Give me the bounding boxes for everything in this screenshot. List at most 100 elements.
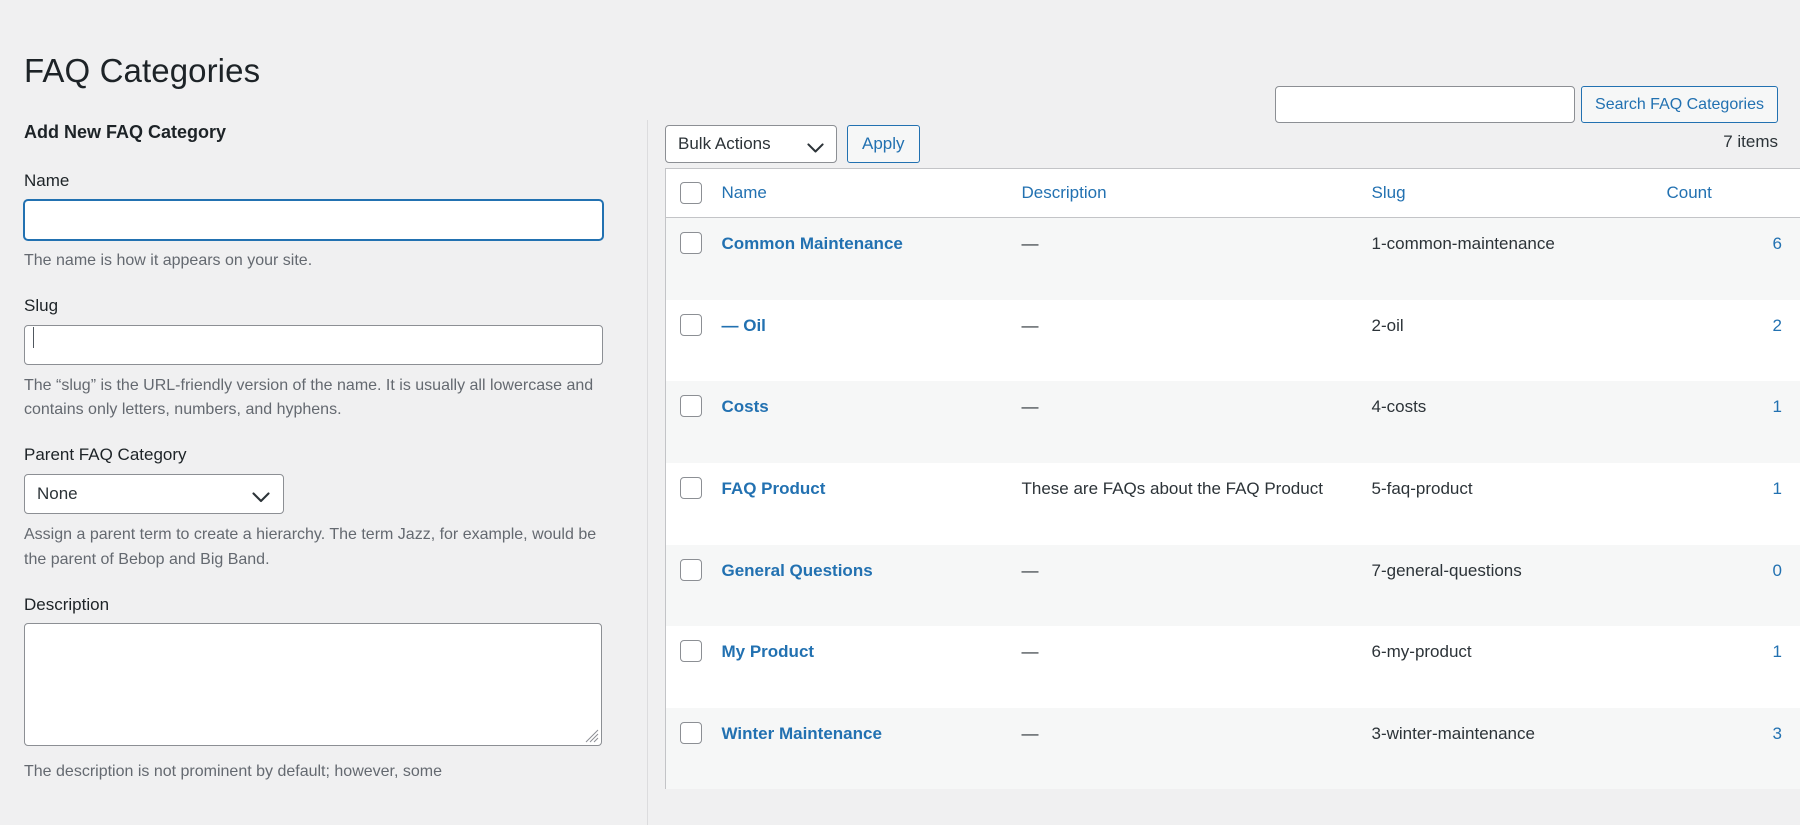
row-slug-cell: 5-faq-product (1372, 463, 1667, 545)
row-count-link[interactable]: 1 (1773, 642, 1782, 661)
column-header-count[interactable]: Count (1667, 169, 1800, 218)
row-count-cell: 2 (1667, 300, 1800, 382)
row-title-link[interactable]: — Oil (722, 316, 766, 335)
terms-list-panel: Bulk Actions Apply 7 items Name Descript… (649, 120, 1800, 825)
slug-input[interactable] (24, 325, 603, 365)
description-textarea[interactable] (24, 623, 602, 746)
row-count-link[interactable]: 2 (1773, 316, 1782, 335)
row-name-cell: FAQ Product (722, 463, 1022, 545)
row-title-link[interactable]: FAQ Product (722, 479, 826, 498)
name-field-group: Name The name is how it appears on your … (24, 169, 623, 274)
row-slug-cell: 1-common-maintenance (1372, 218, 1667, 300)
row-count-link[interactable]: 1 (1773, 397, 1782, 416)
row-select-checkbox[interactable] (680, 559, 702, 581)
row-select-cell (666, 218, 722, 300)
parent-select[interactable]: None (24, 474, 284, 514)
search-input[interactable] (1275, 86, 1575, 123)
row-title-link[interactable]: Winter Maintenance (722, 724, 882, 743)
row-count-link[interactable]: 3 (1773, 724, 1782, 743)
slug-label: Slug (24, 294, 623, 318)
column-header-name[interactable]: Name (722, 169, 1022, 218)
select-all-header (666, 169, 722, 218)
row-title-link[interactable]: My Product (722, 642, 815, 661)
name-label: Name (24, 169, 623, 193)
row-name-cell: — Oil (722, 300, 1022, 382)
row-slug-cell: 3-winter-maintenance (1372, 708, 1667, 790)
table-row: Costs —4-costs 1 (666, 381, 1800, 463)
row-title-link[interactable]: Common Maintenance (722, 234, 903, 253)
row-description-cell: These are FAQs about the FAQ Product (1022, 463, 1372, 545)
apply-button[interactable]: Apply (847, 125, 920, 163)
description-label: Description (24, 593, 623, 617)
row-slug-cell: 4-costs (1372, 381, 1667, 463)
row-slug-cell: 6-my-product (1372, 626, 1667, 708)
row-slug-cell: 7-general-questions (1372, 545, 1667, 627)
row-description-cell: — (1022, 218, 1372, 300)
table-row: Winter Maintenance —3-winter-maintenance 3 (666, 708, 1800, 790)
table-row: Common Maintenance —1-common-maintenance 6 (666, 218, 1800, 300)
row-count-cell: 3 (1667, 708, 1800, 790)
row-count-link[interactable]: 6 (1773, 234, 1782, 253)
row-count-link[interactable]: 1 (1773, 479, 1782, 498)
row-description-cell: — (1022, 381, 1372, 463)
row-description-cell: — (1022, 708, 1372, 790)
bulk-actions-wrap: Bulk Actions (665, 125, 837, 163)
row-select-cell (666, 300, 722, 382)
row-title-link[interactable]: Costs (722, 397, 769, 416)
row-select-checkbox[interactable] (680, 477, 702, 499)
row-select-cell (666, 626, 722, 708)
row-select-checkbox[interactable] (680, 232, 702, 254)
table-header-row: Name Description Slug Count (666, 169, 1800, 218)
text-caret (33, 327, 34, 348)
form-heading: Add New FAQ Category (24, 120, 623, 145)
name-input[interactable] (24, 200, 603, 240)
row-select-checkbox[interactable] (680, 640, 702, 662)
parent-help-text: Assign a parent term to create a hierarc… (24, 523, 609, 573)
row-count-cell: 1 (1667, 381, 1800, 463)
row-name-cell: Costs (722, 381, 1022, 463)
parent-field-group: Parent FAQ Category None Assign a parent… (24, 443, 623, 572)
row-count-cell: 6 (1667, 218, 1800, 300)
row-slug-cell: 2-oil (1372, 300, 1667, 382)
items-count-label: 7 items (1723, 132, 1778, 152)
table-head: Name Description Slug Count (666, 169, 1800, 218)
description-help-text: The description is not prominent by defa… (24, 760, 609, 785)
table-row: FAQ Product These are FAQs about the FAQ … (666, 463, 1800, 545)
row-count-cell: 1 (1667, 463, 1800, 545)
description-field-group: Description The description is not promi… (24, 593, 623, 786)
select-all-checkbox[interactable] (680, 182, 702, 204)
row-select-checkbox[interactable] (680, 722, 702, 744)
row-description-cell: — (1022, 626, 1372, 708)
bulk-actions-select[interactable]: Bulk Actions (665, 125, 837, 163)
faq-categories-table: Name Description Slug Count Common Maint… (665, 168, 1800, 789)
column-header-slug[interactable]: Slug (1372, 169, 1667, 218)
search-faq-categories-button[interactable]: Search FAQ Categories (1581, 86, 1778, 123)
admin-page: FAQ Categories Search FAQ Categories Add… (0, 0, 1800, 825)
page-title: FAQ Categories (24, 50, 260, 93)
row-count-cell: 1 (1667, 626, 1800, 708)
row-description-cell: — (1022, 545, 1372, 627)
row-name-cell: Common Maintenance (722, 218, 1022, 300)
table-row: My Product —6-my-product 1 (666, 626, 1800, 708)
row-name-cell: Winter Maintenance (722, 708, 1022, 790)
row-select-checkbox[interactable] (680, 395, 702, 417)
table-row: — Oil —2-oil 2 (666, 300, 1800, 382)
parent-select-wrap: None (24, 474, 284, 514)
column-header-description[interactable]: Description (1022, 169, 1372, 218)
row-select-cell (666, 708, 722, 790)
table-row: General Questions —7-general-questions 0 (666, 545, 1800, 627)
table-body: Common Maintenance—1-common-maintenance6… (666, 218, 1800, 790)
table-nav-top: Bulk Actions Apply 7 items (649, 120, 1800, 168)
row-count-cell: 0 (1667, 545, 1800, 627)
row-count-link[interactable]: 0 (1773, 561, 1782, 580)
slug-field-group: Slug The “slug” is the URL-friendly vers… (24, 294, 623, 423)
add-new-term-form: Add New FAQ Category Name The name is ho… (0, 120, 648, 825)
row-name-cell: General Questions (722, 545, 1022, 627)
row-select-checkbox[interactable] (680, 314, 702, 336)
row-description-cell: — (1022, 300, 1372, 382)
row-title-link[interactable]: General Questions (722, 561, 873, 580)
row-select-cell (666, 545, 722, 627)
row-select-cell (666, 381, 722, 463)
row-name-cell: My Product (722, 626, 1022, 708)
slug-help-text: The “slug” is the URL-friendly version o… (24, 374, 609, 424)
